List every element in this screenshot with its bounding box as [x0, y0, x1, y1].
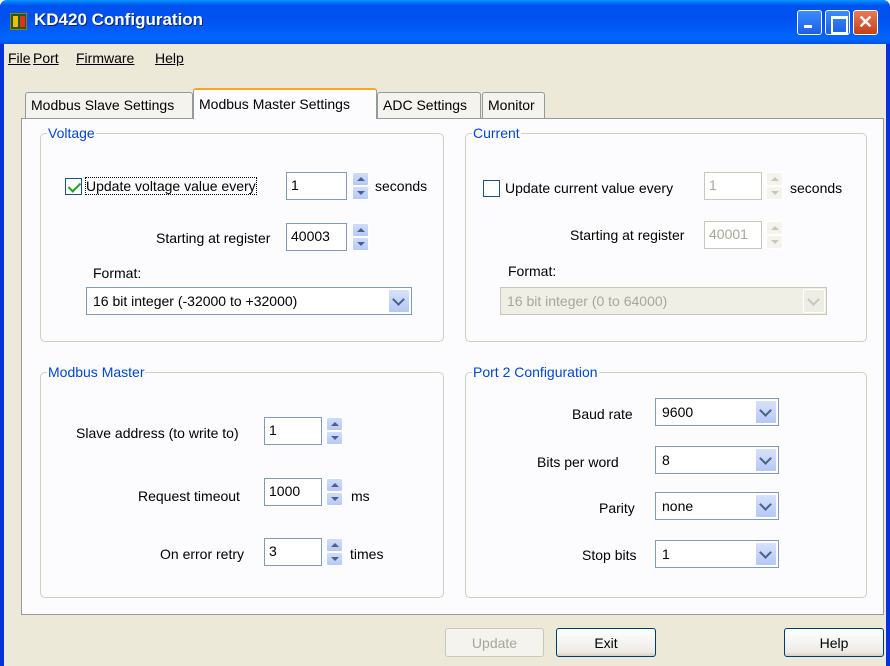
menu-firmware[interactable]: Firmware: [76, 50, 134, 66]
current-format-value: 16 bit integer (0 to 64000): [507, 293, 668, 309]
spin-down-icon[interactable]: [352, 186, 369, 200]
slave-address-spinner[interactable]: [326, 417, 343, 445]
current-register-label: Starting at register: [570, 227, 685, 243]
tab-monitor[interactable]: Monitor: [482, 92, 545, 118]
menu-help-label: Help: [155, 50, 184, 66]
current-interval-spinner[interactable]: [766, 172, 783, 200]
stop-bits-label: Stop bits: [582, 547, 637, 563]
menu-file-label: File: [8, 50, 31, 66]
tab-label: Modbus Slave Settings: [31, 97, 175, 113]
help-button[interactable]: Help: [784, 628, 884, 657]
current-interval-input[interactable]: 1: [704, 172, 762, 200]
voltage-register-spinner[interactable]: [352, 223, 369, 251]
spin-up-icon[interactable]: [326, 417, 343, 431]
port2-legend: Port 2 Configuration: [473, 364, 598, 380]
current-format-select[interactable]: 16 bit integer (0 to 64000): [500, 287, 827, 315]
spin-up-icon[interactable]: [766, 172, 783, 186]
close-icon: ✕: [857, 12, 874, 32]
chevron-down-icon[interactable]: [803, 289, 825, 313]
bits-per-word-label: Bits per word: [537, 454, 619, 470]
update-current-label[interactable]: Update current value every: [505, 180, 673, 196]
tab-label: Monitor: [488, 97, 535, 113]
voltage-register-input[interactable]: 40003: [286, 223, 347, 251]
stop-bits-value: 1: [662, 546, 670, 562]
voltage-legend: Voltage: [48, 125, 95, 141]
bits-per-word-value: 8: [662, 452, 670, 468]
app-icon: [10, 13, 27, 30]
current-legend: Current: [473, 125, 520, 141]
spin-up-icon[interactable]: [352, 172, 369, 186]
spin-down-icon[interactable]: [326, 431, 343, 445]
minimize-button[interactable]: [797, 10, 822, 35]
chevron-down-icon[interactable]: [755, 448, 777, 472]
voltage-interval-input[interactable]: 1: [286, 172, 347, 200]
tab-adc-settings[interactable]: ADC Settings: [377, 92, 481, 118]
spin-down-icon[interactable]: [326, 552, 343, 566]
title-bar[interactable]: KD420 Configuration ✕: [0, 0, 890, 44]
spin-down-icon[interactable]: [766, 235, 783, 249]
tab-modbus-slave-settings[interactable]: Modbus Slave Settings: [25, 92, 193, 118]
menu-port-label: Port: [33, 50, 59, 66]
error-retry-spinner[interactable]: [326, 538, 343, 566]
voltage-format-value: 16 bit integer (-32000 to +32000): [93, 293, 298, 309]
update-button[interactable]: Update: [445, 628, 544, 657]
current-register-input[interactable]: 40001: [704, 221, 762, 249]
menu-file[interactable]: File: [8, 50, 31, 66]
tab-label: Modbus Master Settings: [199, 96, 350, 112]
update-voltage-label[interactable]: Update voltage value every: [85, 177, 257, 195]
retry-unit-label: times: [350, 546, 384, 562]
voltage-format-label: Format:: [93, 265, 142, 281]
menu-firmware-label: Firmware: [76, 50, 135, 66]
baud-rate-select[interactable]: 9600: [655, 398, 779, 426]
modbus-master-group: Modbus Master: [40, 364, 444, 598]
current-seconds-label: seconds: [790, 180, 843, 196]
current-format-label: Format:: [508, 263, 557, 279]
spin-down-icon[interactable]: [326, 492, 343, 506]
voltage-register-label: Starting at register: [156, 230, 271, 246]
window-title: KD420 Configuration: [34, 10, 204, 29]
request-timeout-input[interactable]: 1000: [264, 478, 322, 506]
spin-up-icon[interactable]: [352, 223, 369, 237]
slave-address-input[interactable]: 1: [264, 417, 322, 445]
parity-select[interactable]: none: [655, 492, 779, 520]
slave-address-label: Slave address (to write to): [76, 425, 239, 441]
chevron-down-icon[interactable]: [388, 289, 410, 313]
error-retry-label: On error retry: [160, 546, 245, 562]
chevron-down-icon[interactable]: [755, 400, 777, 424]
close-button[interactable]: ✕: [853, 10, 878, 35]
menu-help[interactable]: Help: [155, 50, 184, 66]
modbus-master-legend: Modbus Master: [48, 364, 145, 380]
menu-port[interactable]: Port: [33, 50, 59, 66]
spin-down-icon[interactable]: [766, 186, 783, 200]
error-retry-input[interactable]: 3: [264, 538, 322, 566]
menu-bar: File Port Firmware Help: [4, 44, 886, 71]
voltage-format-select[interactable]: 16 bit integer (-32000 to +32000): [86, 287, 412, 315]
baud-rate-value: 9600: [662, 404, 694, 420]
tab-label: ADC Settings: [383, 97, 468, 113]
baud-rate-label: Baud rate: [572, 406, 633, 422]
spin-up-icon[interactable]: [326, 478, 343, 492]
spin-up-icon[interactable]: [766, 221, 783, 235]
update-current-checkbox[interactable]: [483, 180, 500, 197]
chevron-down-icon[interactable]: [755, 494, 777, 518]
voltage-seconds-label: seconds: [375, 178, 428, 194]
update-voltage-checkbox[interactable]: [65, 178, 82, 195]
chevron-down-icon[interactable]: [755, 542, 777, 566]
timeout-unit-label: ms: [351, 488, 370, 504]
maximize-button[interactable]: [825, 10, 850, 35]
current-register-spinner[interactable]: [766, 221, 783, 249]
spin-up-icon[interactable]: [326, 538, 343, 552]
voltage-interval-spinner[interactable]: [352, 172, 369, 200]
stop-bits-select[interactable]: 1: [655, 540, 779, 568]
exit-button[interactable]: Exit: [556, 628, 656, 657]
parity-label: Parity: [599, 500, 635, 516]
parity-value: none: [662, 498, 694, 514]
bits-per-word-select[interactable]: 8: [655, 446, 779, 474]
request-timeout-spinner[interactable]: [326, 478, 343, 506]
spin-down-icon[interactable]: [352, 237, 369, 251]
tab-modbus-master-settings[interactable]: Modbus Master Settings: [193, 88, 377, 119]
request-timeout-label: Request timeout: [138, 488, 240, 504]
